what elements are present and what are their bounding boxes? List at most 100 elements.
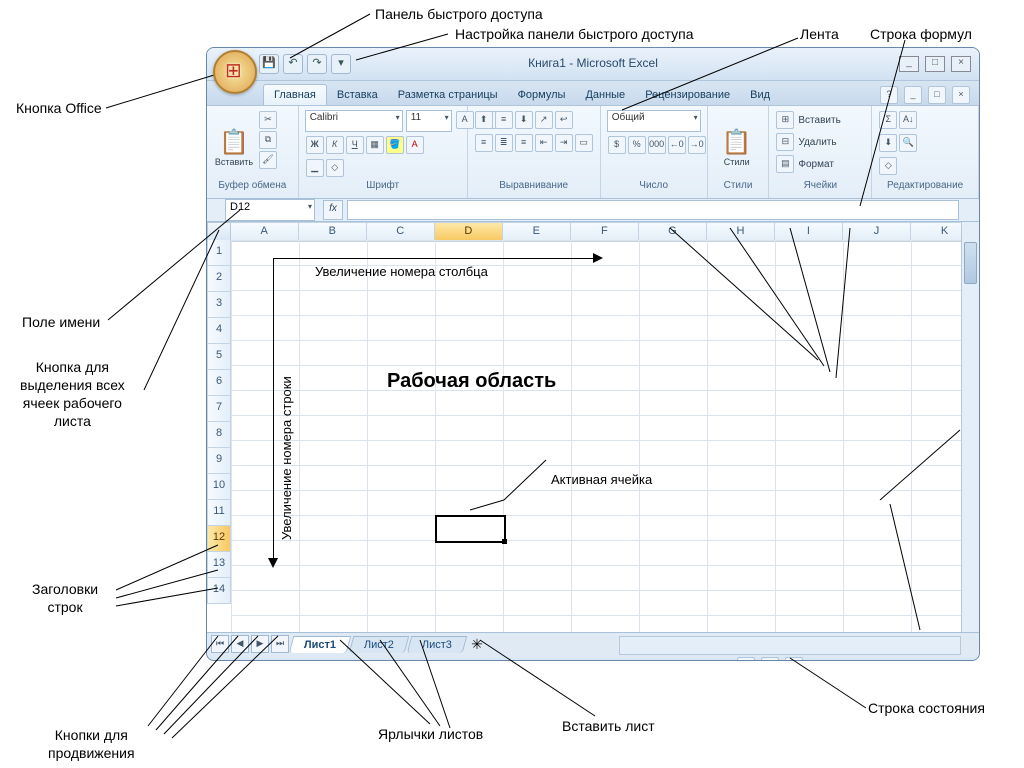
copy-icon[interactable]: ⧉ xyxy=(259,131,277,149)
tab-data[interactable]: Данные xyxy=(575,85,635,105)
minimize-button[interactable]: _ xyxy=(899,56,919,72)
name-box[interactable]: D12 xyxy=(225,199,315,221)
doc-close-icon[interactable]: × xyxy=(952,86,970,104)
tab-home[interactable]: Главная xyxy=(263,84,327,105)
format-cells-icon[interactable]: ▤ xyxy=(776,155,794,173)
number-format-select[interactable]: Общий xyxy=(607,110,701,132)
font-size-select[interactable]: 11 xyxy=(406,110,452,132)
row-header[interactable]: 14 xyxy=(207,578,231,604)
nav-prev-icon[interactable]: ◀ xyxy=(231,635,249,653)
insert-cells-label[interactable]: Вставить xyxy=(798,115,840,126)
row-header[interactable]: 2 xyxy=(207,266,231,292)
doc-min-icon[interactable]: _ xyxy=(904,86,922,104)
sheet-tab[interactable]: Лист2 xyxy=(349,636,410,653)
delete-cells-label[interactable]: Удалить xyxy=(798,137,836,148)
zoom-in-icon[interactable]: + xyxy=(965,660,971,661)
maximize-button[interactable]: □ xyxy=(925,56,945,72)
col-header[interactable]: C xyxy=(367,222,435,242)
col-header[interactable]: G xyxy=(639,222,707,242)
nav-first-icon[interactable]: ⏮ xyxy=(211,635,229,653)
office-button[interactable] xyxy=(213,50,257,94)
currency-icon[interactable]: $ xyxy=(608,136,626,154)
view-break-icon[interactable]: ▥ xyxy=(785,657,803,661)
sort-icon[interactable]: A↓ xyxy=(899,111,917,129)
tab-insert[interactable]: Вставка xyxy=(327,85,388,105)
row-header[interactable]: 1 xyxy=(207,240,231,266)
horizontal-scrollbar[interactable] xyxy=(619,636,961,655)
doc-max-icon[interactable]: □ xyxy=(928,86,946,104)
fx-button[interactable]: fx xyxy=(323,200,343,220)
clear-icon[interactable]: ◇ xyxy=(879,157,897,175)
italic-icon[interactable]: К xyxy=(326,136,344,154)
sheet-tab[interactable]: Лист1 xyxy=(289,636,352,653)
nav-last-icon[interactable]: ⏭ xyxy=(271,635,289,653)
zoom-control[interactable]: ▦ ▤ ▥ 100% − + xyxy=(736,656,971,661)
fill-color-icon[interactable]: 🪣 xyxy=(386,136,404,154)
col-header[interactable]: J xyxy=(843,222,911,242)
dec-dec-icon[interactable]: →0 xyxy=(688,136,706,154)
insert-sheet-icon[interactable]: ✳ xyxy=(471,636,483,653)
select-all-button[interactable] xyxy=(207,222,231,242)
col-header[interactable]: F xyxy=(571,222,639,242)
tab-review[interactable]: Рецензирование xyxy=(635,85,740,105)
align-top-icon[interactable]: ⬆ xyxy=(475,111,493,129)
view-normal-icon[interactable]: ▦ xyxy=(737,657,755,661)
row-header[interactable]: 4 xyxy=(207,318,231,344)
nav-next-icon[interactable]: ▶ xyxy=(251,635,269,653)
col-header[interactable]: A xyxy=(231,222,299,242)
bold-icon[interactable]: Ж xyxy=(306,136,324,154)
font-name-select[interactable]: Calibri xyxy=(305,110,403,132)
tab-layout[interactable]: Разметка страницы xyxy=(388,85,508,105)
paste-button[interactable]: Вставить xyxy=(213,110,255,170)
find-icon[interactable]: 🔍 xyxy=(899,134,917,152)
close-button[interactable]: × xyxy=(951,56,971,72)
sheet-tab[interactable]: Лист3 xyxy=(407,636,468,653)
zoom-out-icon[interactable]: − xyxy=(840,660,846,661)
font-color-icon[interactable]: A xyxy=(406,136,424,154)
formula-bar[interactable] xyxy=(347,200,959,220)
view-layout-icon[interactable]: ▤ xyxy=(761,657,779,661)
row-header[interactable]: 9 xyxy=(207,448,231,474)
merge-icon[interactable]: ▭ xyxy=(575,134,593,152)
tab-formulas[interactable]: Формулы xyxy=(508,85,576,105)
insert-cells-icon[interactable]: ⊞ xyxy=(776,111,794,129)
row-header[interactable]: 13 xyxy=(207,552,231,578)
format-painter-icon[interactable]: 🖌 xyxy=(259,151,277,169)
align-left-icon[interactable]: ≡ xyxy=(475,134,493,152)
align-right-icon[interactable]: ≡ xyxy=(515,134,533,152)
orientation-icon[interactable]: ↗ xyxy=(535,111,553,129)
row-header[interactable]: 5 xyxy=(207,344,231,370)
underline-icon[interactable]: Ч xyxy=(346,136,364,154)
fill-icon[interactable]: ◇ xyxy=(326,159,344,177)
border-icon[interactable]: ▦ xyxy=(366,136,384,154)
row-header[interactable]: 10 xyxy=(207,474,231,500)
wrap-icon[interactable]: ↩ xyxy=(555,111,573,129)
cell-area[interactable]: Увеличение номера столбца Увеличение ном… xyxy=(231,240,961,632)
percent-icon[interactable]: % xyxy=(628,136,646,154)
row-header[interactable]: 12 xyxy=(207,526,231,552)
fill-down-icon[interactable]: ⬇ xyxy=(879,134,897,152)
col-header[interactable]: B xyxy=(299,222,367,242)
indent-dec-icon[interactable]: ⇤ xyxy=(535,134,553,152)
col-header[interactable]: H xyxy=(707,222,775,242)
row-header[interactable]: 3 xyxy=(207,292,231,318)
inc-dec-icon[interactable]: ←0 xyxy=(668,136,686,154)
cut-icon[interactable]: ✂ xyxy=(259,111,277,129)
vertical-scrollbar[interactable] xyxy=(961,222,979,632)
align-bot-icon[interactable]: ⬇ xyxy=(515,111,533,129)
styles-button[interactable]: Стили xyxy=(714,110,760,170)
row-header[interactable]: 7 xyxy=(207,396,231,422)
col-header[interactable]: E xyxy=(503,222,571,242)
row-header[interactable]: 6 xyxy=(207,370,231,396)
active-cell[interactable] xyxy=(435,515,506,543)
row-header[interactable]: 11 xyxy=(207,500,231,526)
align-mid-icon[interactable]: ≡ xyxy=(495,111,513,129)
row-header[interactable]: 8 xyxy=(207,422,231,448)
comma-icon[interactable]: 000 xyxy=(648,136,666,154)
delete-cells-icon[interactable]: ⊟ xyxy=(776,133,794,151)
border-bottom-icon[interactable]: ▁ xyxy=(306,159,324,177)
format-cells-label[interactable]: Формат xyxy=(798,159,834,170)
col-header[interactable]: I xyxy=(775,222,843,242)
tab-view[interactable]: Вид xyxy=(740,85,780,105)
sum-icon[interactable]: Σ xyxy=(879,111,897,129)
